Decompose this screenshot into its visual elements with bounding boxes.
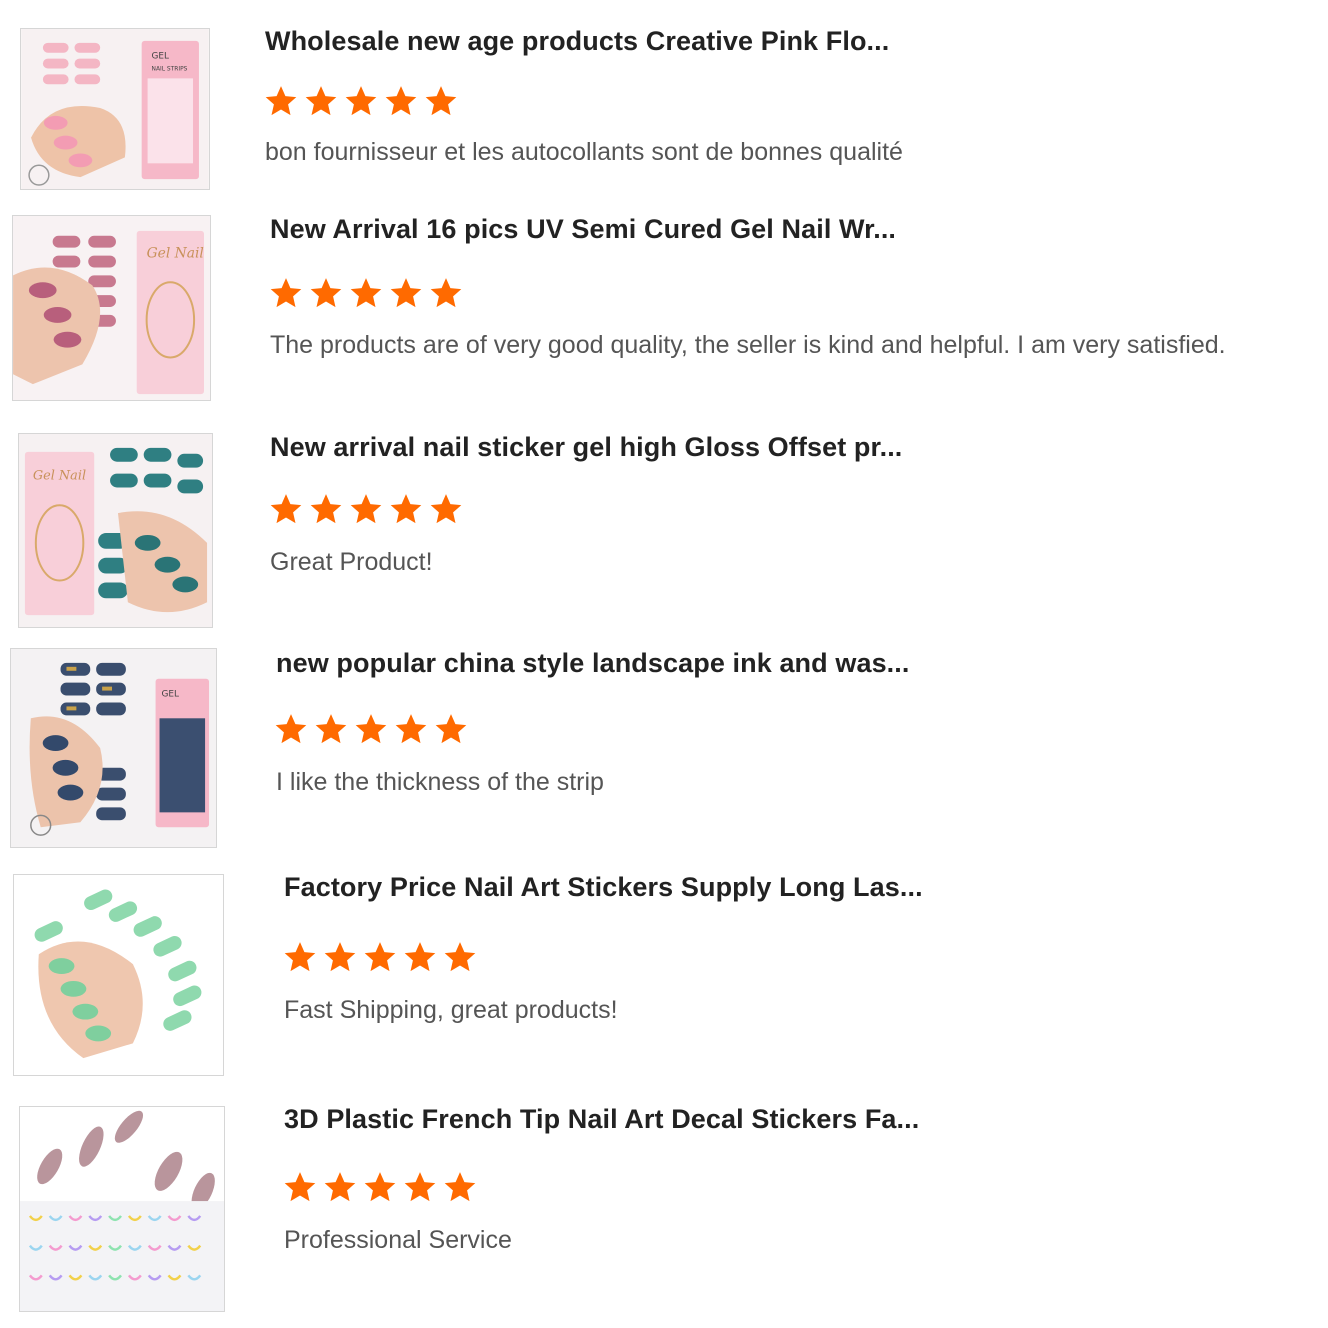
star-icon (403, 940, 437, 974)
svg-text:GEL: GEL (162, 690, 180, 700)
review-comment: Fast Shipping, great products! (284, 996, 618, 1024)
star-icon (344, 84, 378, 118)
star-icon (309, 276, 343, 310)
star-icon (354, 712, 388, 746)
ink-landscape-nail-strips-image: GEL (11, 649, 216, 847)
star-icon (424, 84, 458, 118)
star-icon (394, 712, 428, 746)
rating-stars (269, 276, 463, 310)
star-icon (384, 84, 418, 118)
teal-gloss-nail-sticker-image: Gel Nail (19, 434, 212, 627)
product-title[interactable]: New Arrival 16 pics UV Semi Cured Gel Na… (270, 214, 896, 245)
star-icon (349, 492, 383, 526)
star-icon (429, 492, 463, 526)
star-icon (429, 276, 463, 310)
pink-floral-nail-strips-image: GEL NAIL STRIPS (21, 29, 209, 189)
french-tip-decal-stickers-image (20, 1107, 224, 1311)
review-item: GEL NAIL STRIPS Wholesale new age produc… (0, 0, 1328, 200)
review-item: 3D Plastic French Tip Nail Art Decal Sti… (0, 1092, 1328, 1322)
review-comment: The products are of very good quality, t… (270, 331, 1226, 359)
star-icon (349, 276, 383, 310)
product-title[interactable]: Wholesale new age products Creative Pink… (265, 26, 889, 57)
product-title[interactable]: 3D Plastic French Tip Nail Art Decal Sti… (284, 1104, 919, 1135)
star-icon (363, 1170, 397, 1204)
star-icon (443, 1170, 477, 1204)
star-icon (403, 1170, 437, 1204)
product-image[interactable]: GEL (10, 648, 217, 848)
product-image[interactable] (13, 874, 224, 1076)
rating-stars (283, 1170, 477, 1204)
review-item: Factory Price Nail Art Stickers Supply L… (0, 862, 1328, 1077)
svg-text:NAIL STRIPS: NAIL STRIPS (152, 66, 188, 72)
product-image[interactable] (19, 1106, 225, 1312)
rating-stars (264, 84, 458, 118)
star-icon (269, 492, 303, 526)
product-title[interactable]: new popular china style landscape ink an… (276, 648, 910, 679)
star-icon (283, 940, 317, 974)
rating-stars (274, 712, 468, 746)
product-title[interactable]: New arrival nail sticker gel high Gloss … (270, 432, 902, 463)
star-icon (304, 84, 338, 118)
review-item: GEL new popular china style landscape in… (0, 640, 1328, 855)
mauve-gel-nail-wraps-image: Gel Nail (13, 216, 210, 400)
review-comment: I like the thickness of the strip (276, 768, 604, 796)
star-icon (363, 940, 397, 974)
star-icon (323, 940, 357, 974)
product-title[interactable]: Factory Price Nail Art Stickers Supply L… (284, 872, 923, 903)
review-comment: Professional Service (284, 1226, 512, 1254)
review-item: Gel Nail New arrival nail sticker gel hi… (0, 420, 1328, 635)
svg-text:GEL: GEL (152, 52, 169, 62)
product-image[interactable]: GEL NAIL STRIPS (20, 28, 210, 190)
star-icon (434, 712, 468, 746)
svg-text:Gel Nail: Gel Nail (147, 246, 204, 262)
review-comment: Great Product! (270, 548, 433, 576)
star-icon (264, 84, 298, 118)
rating-stars (283, 940, 477, 974)
mint-green-nail-stickers-image (14, 875, 223, 1075)
product-image[interactable]: Gel Nail (12, 215, 211, 401)
star-icon (269, 276, 303, 310)
review-item: Gel Nail New Arrival 16 pics UV Semi Cur… (0, 200, 1328, 410)
star-icon (274, 712, 308, 746)
product-image[interactable]: Gel Nail (18, 433, 213, 628)
star-icon (443, 940, 477, 974)
star-icon (314, 712, 348, 746)
star-icon (389, 276, 423, 310)
rating-stars (269, 492, 463, 526)
star-icon (323, 1170, 357, 1204)
star-icon (389, 492, 423, 526)
review-comment: bon fournisseur et les autocollants sont… (265, 138, 903, 166)
star-icon (309, 492, 343, 526)
svg-text:Gel Nail: Gel Nail (33, 469, 86, 484)
star-icon (283, 1170, 317, 1204)
